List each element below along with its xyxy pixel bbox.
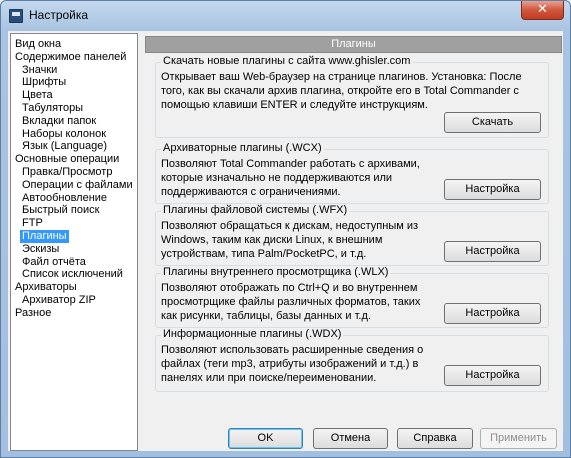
description-line: панелях или при поиске/переименовании. xyxy=(161,372,377,384)
configure-button[interactable]: Настройка xyxy=(444,303,541,324)
group-description: Позволяют Total Commander работать с арх… xyxy=(161,157,420,199)
tree-item[interactable]: Эскизы xyxy=(20,243,61,256)
plugin-group: Информационные плагины (.WDX) Позволяют и… xyxy=(155,328,549,392)
group-description: Позволяют обращаться к дискам, недоступн… xyxy=(161,219,418,261)
plugin-group: Архиваторные плагины (.WCX) Позволяют Tot… xyxy=(155,142,549,204)
description-line: просмотрщике файлы различных форматов, т… xyxy=(161,296,421,308)
tree-item[interactable]: Архиваторы xyxy=(13,281,79,294)
plugin-group: Скачать новые плагины с сайта www.ghisle… xyxy=(155,55,549,138)
tree-item[interactable]: Автообновление xyxy=(20,192,109,205)
description-line: того, как вы скачали архив плагина, откр… xyxy=(161,85,519,97)
dialog-client: Вид окна Содержимое панелей Значки Шрифты Цв… xyxy=(8,31,563,451)
configure-button[interactable]: Настройка xyxy=(444,241,541,262)
description-line: файлах (теги mp3, атрибуты изображений и… xyxy=(161,358,419,370)
settings-window: Настройка ✕ Вид окна Содержимое панелей Зн… xyxy=(0,0,571,458)
group-description: Позволяют отображать по Ctrl+Q и во внут… xyxy=(161,281,420,323)
description-line: Позволяют Total Commander работать с арх… xyxy=(161,158,420,170)
download-button[interactable]: Скачать xyxy=(444,112,541,133)
group-title: Архиваторные плагины (.WCX) xyxy=(161,142,324,154)
tree-item[interactable]: Список исключений xyxy=(20,268,125,281)
plugin-group: Плагины файловой системы (.WFX) Позволяют… xyxy=(155,204,549,266)
tree-item[interactable]: Наборы колонок xyxy=(20,128,108,141)
group-title: Плагины внутреннего просмотрщика (.WLX) xyxy=(161,266,391,278)
tree-item[interactable]: Правка/Просмотр xyxy=(20,166,114,179)
tree-item[interactable]: Архиватор ZIP xyxy=(20,294,98,307)
close-button[interactable]: ✕ xyxy=(521,1,564,20)
tree-item[interactable]: Разное xyxy=(13,307,53,320)
group-title: Скачать новые плагины с сайта www.ghisle… xyxy=(161,55,413,67)
tree-item[interactable]: Плагины xyxy=(20,230,69,243)
page-header: Плагины xyxy=(145,36,562,53)
tree-item[interactable]: Табуляторы xyxy=(20,102,85,115)
group-title: Информационные плагины (.WDX) xyxy=(161,328,344,340)
description-line: поддерживаются с ограничениями. xyxy=(161,186,341,198)
tree-item[interactable]: Содержимое панелей xyxy=(13,51,128,64)
tree-item[interactable]: Язык (Language) xyxy=(20,140,109,153)
title-bar: Настройка ✕ xyxy=(1,1,570,31)
description-line: устройствам, типа Palm/PocketPC, и т.д. xyxy=(161,248,367,260)
description-line: как рисунки, таблицы, базы данных и т.д. xyxy=(161,310,371,322)
plugin-group: Плагины внутреннего просмотрщика (.WLX) П… xyxy=(155,266,549,328)
cancel-button[interactable]: Отмена xyxy=(313,428,388,449)
tree-item[interactable]: Вид окна xyxy=(13,38,63,51)
apply-button: Применить xyxy=(480,428,557,449)
description-line: Позволяют использовать расширенные сведе… xyxy=(161,344,424,356)
configure-button[interactable]: Настройка xyxy=(444,365,541,386)
description-line: помощью клавиши ENTER и следуйте инструк… xyxy=(161,99,428,111)
group-title: Плагины файловой системы (.WFX) xyxy=(161,204,350,216)
description-line: Позволяют обращаться к дискам, недоступн… xyxy=(161,220,419,232)
window-title: Настройка xyxy=(29,8,89,22)
tree-item[interactable]: FTP xyxy=(20,217,45,230)
tree-item[interactable]: Шрифты xyxy=(20,76,68,89)
group-description: Позволяют использовать расширенные сведе… xyxy=(161,343,423,385)
tree-item[interactable]: Файл отчёта xyxy=(20,256,88,269)
tree-item[interactable]: Значки xyxy=(20,64,59,77)
tree-item[interactable]: Быстрый поиск xyxy=(20,204,101,217)
description-line: Открывает ваш Web-браузер на странице пл… xyxy=(161,71,522,83)
configure-button[interactable]: Настройка xyxy=(444,179,541,200)
group-description: Открывает ваш Web-браузер на странице пл… xyxy=(161,70,522,112)
tree-item[interactable]: Операции с файлами xyxy=(20,179,135,192)
description-line: которые изначально не поддерживаются или xyxy=(161,172,393,184)
plugins-panel: Скачать новые плагины с сайта www.ghisle… xyxy=(145,55,562,428)
app-icon xyxy=(9,9,23,23)
settings-tree[interactable]: Вид окна Содержимое панелей Значки Шрифты Цв… xyxy=(10,33,138,451)
help-button[interactable]: Справка xyxy=(397,428,473,449)
tree-item[interactable]: Цвета xyxy=(20,89,55,102)
ok-button[interactable]: OK xyxy=(228,428,303,449)
description-line: Позволяют отображать по Ctrl+Q и во внут… xyxy=(161,282,418,294)
tree-item[interactable]: Основные операции xyxy=(13,153,121,166)
tree-item[interactable]: Вкладки папок xyxy=(20,115,98,128)
description-line: Windows, таким как диски Linux, к внешни… xyxy=(161,234,383,246)
